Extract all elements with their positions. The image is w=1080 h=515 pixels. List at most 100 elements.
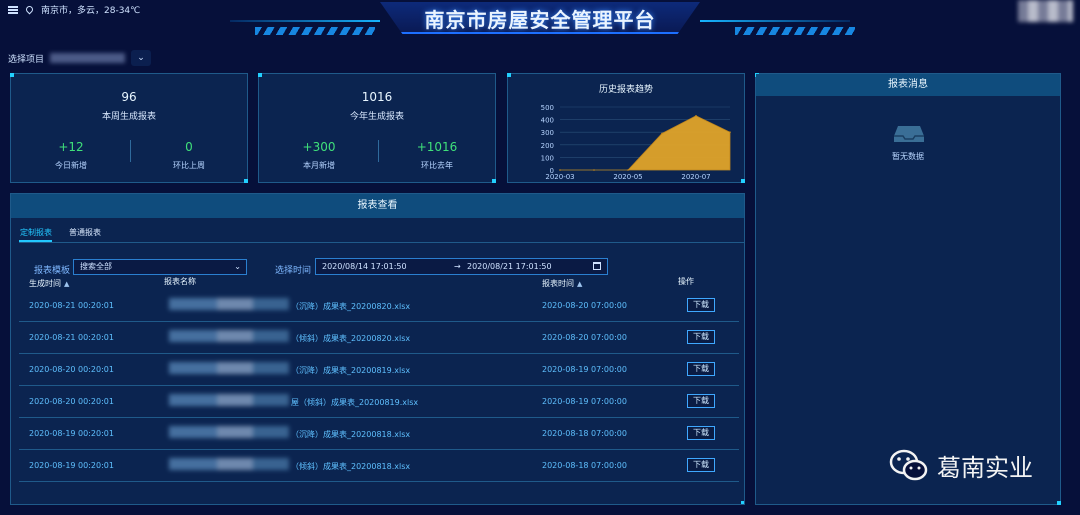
menu-icon[interactable] bbox=[8, 5, 18, 14]
project-selector[interactable]: 选择项目 ⌄ bbox=[8, 50, 152, 66]
empty-inbox-icon bbox=[894, 126, 924, 142]
weekly-stats-panel: 96 本周生成报表 +12 今日新增 0 环比上周 bbox=[10, 73, 248, 183]
chevron-down-icon: ⌄ bbox=[234, 262, 241, 271]
sort-icon[interactable]: ▲ bbox=[64, 280, 69, 288]
reports-title: 报表查看 bbox=[11, 194, 744, 218]
download-button[interactable]: 下载 bbox=[687, 458, 715, 472]
report-time: 2020-08-18 07:00:00 bbox=[542, 461, 627, 470]
report-name-redacted bbox=[169, 394, 289, 406]
y-tick-label: 500 bbox=[541, 104, 554, 112]
data-point bbox=[559, 169, 561, 171]
reports-panel: 报表查看 定制报表 普通报表 报表模板 搜索全部 ⌄ 选择时间 2020/08/… bbox=[10, 193, 745, 505]
project-value bbox=[50, 53, 126, 63]
report-name: （沉降）成果表_20200820.xlsx bbox=[291, 302, 411, 311]
report-name: （倾斜）成果表_20200818.xlsx bbox=[291, 462, 411, 471]
chevron-down-icon[interactable]: ⌄ bbox=[131, 50, 152, 66]
page-title: 南京市房屋安全管理平台 bbox=[424, 8, 656, 32]
template-label: 报表模板 bbox=[34, 266, 71, 276]
time-start[interactable]: 2020/08/14 17:01:50 bbox=[322, 262, 407, 271]
weekly-count: 96 bbox=[121, 90, 137, 104]
year-over-year-value: +1016 bbox=[416, 140, 458, 154]
yearly-count: 1016 bbox=[361, 90, 393, 104]
report-time: 2020-08-20 07:00:00 bbox=[542, 301, 627, 310]
data-point bbox=[593, 169, 595, 171]
x-tick-label: 2020-03 bbox=[545, 173, 574, 181]
table-row: 2020-08-21 00:20:01 （倾斜）成果表_20200820.xlsx… bbox=[19, 322, 739, 354]
header-stripes-right bbox=[735, 27, 855, 35]
report-name-redacted bbox=[169, 330, 289, 342]
download-button[interactable]: 下载 bbox=[687, 426, 715, 440]
y-tick-label: 400 bbox=[541, 117, 554, 125]
table-row: 2020-08-20 00:20:01 屋（倾斜）成果表_20200819.xls… bbox=[19, 386, 739, 418]
tab-normal-reports[interactable]: 普通报表 bbox=[69, 227, 101, 238]
yearly-count-label: 今年生成报表 bbox=[349, 112, 404, 122]
sort-icon[interactable]: ▲ bbox=[577, 280, 582, 288]
area-series bbox=[560, 115, 731, 171]
history-chart-panel: 历史报表趋势 0 100 200 300 400 500 2020-03 2020-05 202… bbox=[507, 73, 745, 183]
calendar-icon bbox=[593, 262, 601, 270]
year-over-year-label: 环比去年 bbox=[421, 161, 453, 170]
weekly-count-label: 本周生成报表 bbox=[101, 112, 156, 122]
report-name-redacted bbox=[169, 426, 289, 438]
watermark-text: 葛南实业 bbox=[937, 454, 1033, 482]
messages-panel: 报表消息 暂无数据 bbox=[755, 73, 1061, 505]
created-time: 2020-08-19 00:20:01 bbox=[29, 461, 114, 470]
created-time: 2020-08-20 00:20:01 bbox=[29, 365, 114, 374]
wechat-icon bbox=[889, 449, 928, 480]
report-time: 2020-08-19 07:00:00 bbox=[542, 397, 627, 406]
download-button[interactable]: 下载 bbox=[687, 330, 715, 344]
year-over-year: +1016 环比去年 bbox=[382, 140, 492, 171]
data-point bbox=[661, 132, 663, 135]
range-arrow: → bbox=[454, 262, 461, 271]
report-time: 2020-08-20 07:00:00 bbox=[542, 333, 627, 342]
today-new-label: 今日新增 bbox=[55, 161, 87, 170]
data-point bbox=[729, 131, 731, 133]
col-created[interactable]: 生成时间 ▲ bbox=[29, 278, 69, 289]
week-over-week-value: 0 bbox=[185, 140, 193, 154]
week-over-week-label: 环比上周 bbox=[173, 161, 205, 170]
created-time: 2020-08-21 00:20:01 bbox=[29, 333, 114, 342]
divider bbox=[130, 140, 131, 162]
report-name: （沉降）成果表_20200819.xlsx bbox=[291, 366, 411, 375]
trend-chart: 01002003004005002020-03 2020-05 2020-07 bbox=[541, 104, 731, 181]
header-left: 南京市，多云，28-34℃ bbox=[8, 3, 140, 16]
tab-custom-reports[interactable]: 定制报表 bbox=[20, 227, 52, 238]
weather-location: 南京市，多云，28-34℃ bbox=[41, 6, 141, 16]
month-new-label: 本月新增 bbox=[303, 161, 335, 170]
yearly-stats-panel: 1016 今年生成报表 +300 本月新增 +1016 环比去年 bbox=[258, 73, 496, 183]
download-button[interactable]: 下载 bbox=[687, 362, 715, 376]
empty-label: 暂无数据 bbox=[892, 152, 924, 161]
time-end[interactable]: 2020/08/21 17:01:50 bbox=[467, 262, 552, 271]
table-row: 2020-08-20 00:20:01 （沉降）成果表_20200819.xlsx… bbox=[19, 354, 739, 386]
watermark: 葛南实业 bbox=[889, 448, 1033, 483]
table-row: 2020-08-21 00:20:01 （沉降）成果表_20200820.xlsx… bbox=[19, 290, 739, 322]
y-tick-label: 100 bbox=[541, 154, 554, 162]
project-label: 选择项目 bbox=[8, 54, 45, 65]
tab-divider bbox=[19, 242, 744, 243]
report-time: 2020-08-18 07:00:00 bbox=[542, 429, 627, 438]
user-avatar[interactable] bbox=[1018, 0, 1073, 22]
header-line-left bbox=[230, 20, 380, 22]
col-actions: 操作 bbox=[678, 277, 694, 286]
download-button[interactable]: 下载 bbox=[687, 298, 715, 312]
download-button[interactable]: 下载 bbox=[687, 394, 715, 408]
header-stripes-left bbox=[255, 27, 375, 35]
today-new: +12 今日新增 bbox=[16, 140, 126, 171]
data-point bbox=[695, 115, 697, 117]
created-time: 2020-08-20 00:20:01 bbox=[29, 397, 114, 406]
header: 南京市，多云，28-34℃ 南京市房屋安全管理平台 bbox=[0, 0, 1080, 40]
report-time: 2020-08-19 07:00:00 bbox=[542, 365, 627, 374]
col-report-time[interactable]: 报表时间 ▲ bbox=[542, 278, 582, 289]
report-name: （倾斜）成果表_20200820.xlsx bbox=[291, 334, 411, 343]
y-tick-label: 300 bbox=[541, 129, 554, 137]
time-label: 选择时间 bbox=[275, 266, 312, 276]
time-range-picker[interactable]: 2020/08/14 17:01:50 → 2020/08/21 17:01:5… bbox=[315, 258, 608, 275]
divider bbox=[378, 140, 379, 162]
report-name: （沉降）成果表_20200818.xlsx bbox=[291, 430, 411, 439]
today-new-value: +12 bbox=[58, 140, 84, 154]
active-tab-indicator bbox=[19, 240, 52, 242]
template-select[interactable]: 搜索全部 ⌄ bbox=[73, 259, 247, 275]
x-tick-label: 2020-07 bbox=[681, 173, 710, 181]
report-name: 屋（倾斜）成果表_20200819.xlsx bbox=[291, 398, 419, 407]
y-tick-label: 200 bbox=[541, 142, 554, 150]
